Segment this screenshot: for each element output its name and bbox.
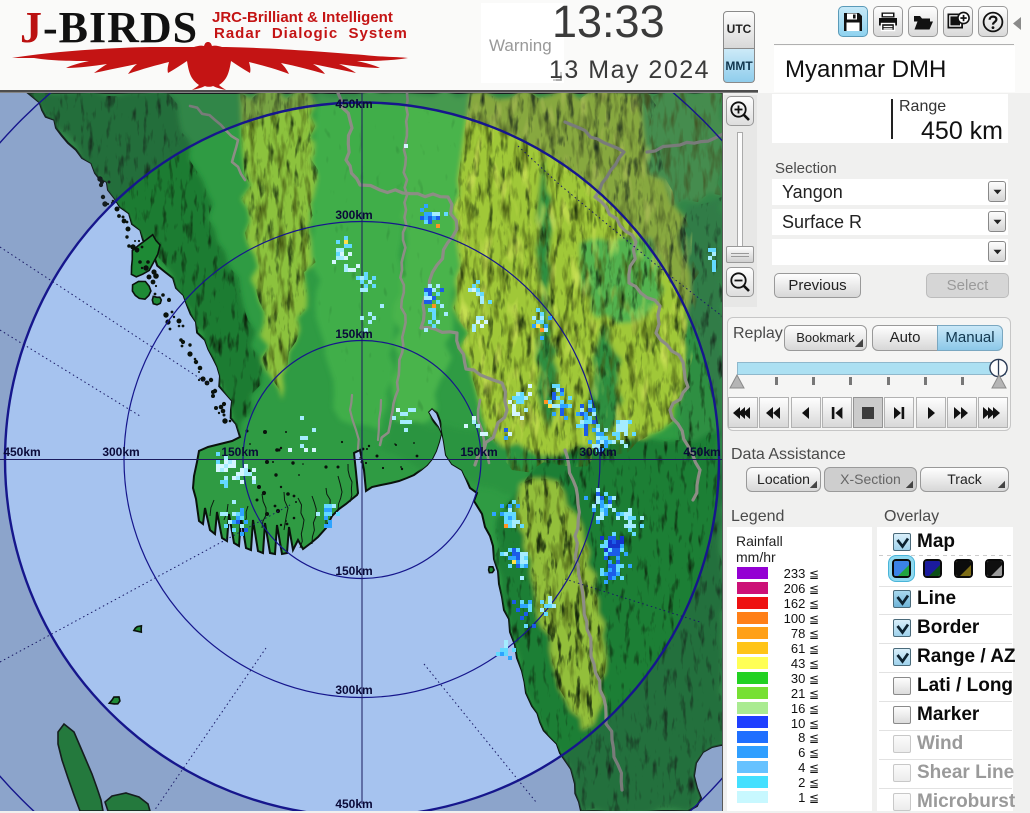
svg-text:150km: 150km: [335, 564, 372, 578]
svg-text:300km: 300km: [335, 683, 372, 697]
svg-text:300km: 300km: [579, 445, 616, 459]
svg-text:150km: 150km: [221, 445, 258, 459]
svg-text:450km: 450km: [335, 797, 372, 811]
svg-text:150km: 150km: [460, 445, 497, 459]
svg-text:300km: 300km: [335, 208, 372, 222]
svg-text:450km: 450km: [683, 445, 720, 459]
svg-text:300km: 300km: [102, 445, 139, 459]
svg-text:450km: 450km: [335, 97, 372, 111]
svg-text:150km: 150km: [335, 327, 372, 341]
svg-text:450km: 450km: [3, 445, 40, 459]
